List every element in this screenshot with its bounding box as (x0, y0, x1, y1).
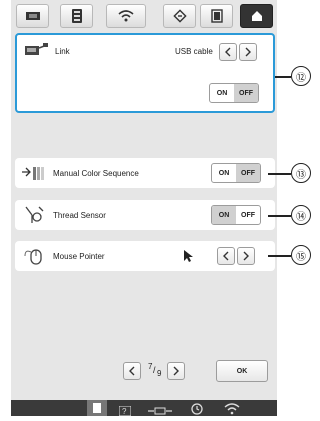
thread-sensor-off-button[interactable]: OFF (236, 206, 260, 224)
mouse-pointer-next-button[interactable] (237, 247, 255, 265)
thread-sensor-icon (23, 205, 45, 230)
page-fraction-slash: / (153, 365, 156, 375)
link-prev-button[interactable] (219, 43, 237, 61)
chevron-left-icon (225, 47, 231, 57)
callout-15-leader (268, 255, 291, 257)
chevron-left-icon (223, 251, 229, 261)
manual-color-sequence-row: Manual Color Sequence ON OFF (15, 158, 275, 188)
mouse-pointer-prev-button[interactable] (217, 247, 235, 265)
top-toolbar (11, 0, 277, 32)
page-total: 9 (157, 369, 162, 378)
machine-settings-icon[interactable] (60, 4, 93, 28)
callout-15: ⑮ (291, 245, 311, 265)
link-value: USB cable (175, 47, 213, 56)
link-on-button[interactable]: ON (210, 84, 234, 102)
mouse-pointer-row: Mouse Pointer (15, 241, 275, 271)
link-icon (25, 42, 49, 63)
chevron-left-icon (129, 366, 135, 376)
callout-14: ⑭ (291, 205, 311, 225)
settings-screen: Link USB cable ON OFF Manual Color Seque… (11, 0, 277, 417)
page-next-button[interactable] (167, 362, 185, 380)
callout-12: ⑫ (291, 66, 311, 86)
link-toggle: ON OFF (209, 83, 259, 103)
bottom-status-bar: ? (11, 400, 277, 417)
thread-sensor-on-button[interactable]: ON (212, 206, 236, 224)
home-icon[interactable] (240, 4, 273, 28)
color-sequence-icon (21, 164, 45, 187)
callout-14-leader (268, 215, 291, 217)
manual-color-sequence-label: Manual Color Sequence (53, 169, 139, 178)
embroidery-frame-icon[interactable] (16, 4, 49, 28)
ok-button[interactable]: OK (216, 360, 268, 382)
callout-13: ⑬ (291, 163, 311, 183)
mouse-pointer-label: Mouse Pointer (53, 252, 105, 261)
manual-color-sequence-off-button[interactable]: OFF (236, 164, 260, 182)
document-icon[interactable] (87, 400, 107, 416)
chevron-right-icon (173, 366, 179, 376)
help-icon[interactable]: ? (118, 403, 132, 421)
page-indicator: 7 / 9 (147, 362, 163, 380)
chevron-right-icon (245, 47, 251, 57)
link-label: Link (55, 47, 70, 56)
presser-foot-icon[interactable] (146, 403, 174, 421)
clock-icon[interactable] (191, 402, 203, 420)
cursor-arrow-icon (183, 249, 193, 268)
thread-sensor-row: Thread Sensor ON OFF (15, 200, 275, 230)
wifi-icon[interactable] (106, 4, 146, 28)
wifi-status-icon[interactable] (224, 402, 240, 420)
link-next-button[interactable] (239, 43, 257, 61)
manual-color-sequence-on-button[interactable]: ON (212, 164, 236, 182)
callout-13-leader (268, 173, 291, 175)
chevron-right-icon (243, 251, 249, 261)
link-panel: Link USB cable ON OFF (15, 33, 275, 113)
mouse-icon (23, 246, 45, 271)
svg-text:?: ? (122, 407, 127, 416)
diamond-icon[interactable] (163, 4, 196, 28)
manual-color-sequence-toggle: ON OFF (211, 163, 261, 183)
callout-12-leader (275, 76, 291, 78)
frame-square-icon[interactable] (200, 4, 233, 28)
thread-sensor-toggle: ON OFF (211, 205, 261, 225)
link-off-button[interactable]: OFF (234, 84, 258, 102)
thread-sensor-label: Thread Sensor (53, 211, 106, 220)
page-current: 7 (148, 362, 153, 371)
page-prev-button[interactable] (123, 362, 141, 380)
